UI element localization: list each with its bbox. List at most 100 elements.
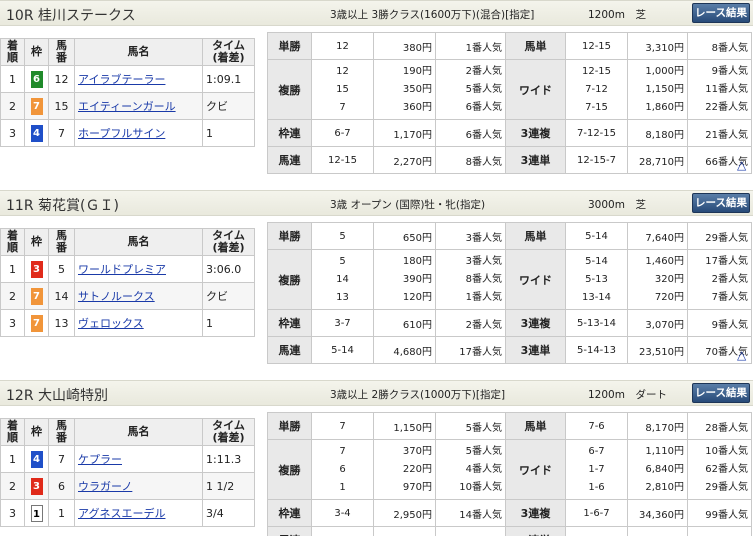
payout-amt: 190,750円: [627, 526, 688, 536]
payout-amt: 2,270円: [373, 146, 436, 174]
back-to-top-icon[interactable]: △: [737, 158, 746, 172]
race-result-button[interactable]: レース結果: [692, 193, 750, 213]
payout-num: 5: [311, 222, 374, 250]
payout-amt: 34,360円: [627, 499, 688, 527]
payout-amt: 380円: [373, 32, 436, 60]
bet-type-sanrenpuku: 3連複: [505, 499, 566, 527]
horse-name-link[interactable]: アグネスエーデル: [78, 507, 165, 520]
gate-badge: 7: [30, 314, 43, 332]
gate-badge: 3: [30, 477, 43, 495]
payout-pop: 9番人気: [687, 309, 752, 337]
finish-position: 1: [0, 445, 25, 473]
horse-name-link[interactable]: ホープフルサイン: [78, 127, 165, 140]
payout-pop: 5番人気 4番人気 10番人気: [435, 439, 506, 500]
bet-type-umatan: 馬単: [505, 412, 566, 440]
payout-row: 複勝 12 15 7 190円 350円 360円 2番人気 5番人気 6番人気 ワイド…: [267, 59, 752, 120]
race-header: 10R 桂川ステークス 3歳以上 3勝クラス(1600万下)(混合)[指定] 120…: [0, 0, 753, 26]
payout-row: 単勝 12 380円 1番人気 馬単 12-15 3,310円 8番人気: [267, 32, 752, 60]
finish-time: 1:09.1: [202, 65, 255, 93]
bet-type-tansho: 単勝: [267, 222, 312, 250]
payout-amt: 3,310円: [627, 32, 688, 60]
horse-name-link[interactable]: ワールドプレミア: [78, 263, 166, 276]
payout-amt: 4,680円: [373, 336, 436, 364]
bet-type-sanrentan: 3連単: [505, 336, 566, 364]
finish-time: 3/4: [202, 499, 255, 527]
race-header: 12R 大山崎特別 3歳以上 2勝クラス(1000万下)[指定] 1200m ダート…: [0, 380, 753, 406]
payout-row: 馬連6-73,090円9番人気3連単7-6-1190,750円527番人気: [267, 526, 752, 536]
bet-type-umaren: 馬連: [267, 146, 312, 174]
bet-type-umaren: 馬連: [267, 336, 312, 364]
race-title: 11R 菊花賞(ＧＩ): [6, 198, 119, 214]
payout-pop: 9番人気: [435, 526, 506, 536]
payout-num: 5-14: [565, 222, 628, 250]
payout-pop: 527番人気: [687, 526, 752, 536]
payout-pop: 21番人気: [687, 119, 752, 147]
payout-num: 5-13-14: [565, 309, 628, 337]
table-header-row: 着 順枠馬 番馬名 タイム (着差): [0, 228, 255, 256]
race-title: 10R 桂川ステークス: [6, 8, 136, 24]
payout-pop: 3番人気 8番人気 1番人気: [435, 249, 506, 310]
gate-badge: 4: [30, 450, 43, 468]
payout-num: 5-14 5-13 13-14: [565, 249, 628, 310]
race-header: 11R 菊花賞(ＧＩ) 3歳 オープン (国際)牡・牝(指定) 3000m 芝 レース…: [0, 190, 753, 216]
payout-amt: 7,640円: [627, 222, 688, 250]
bet-type-tansho: 単勝: [267, 412, 312, 440]
payout-num: 6-7: [311, 119, 374, 147]
header-name: 馬名: [74, 228, 203, 256]
horse-number: 15: [48, 92, 75, 120]
race-conditions: 3歳以上 3勝クラス(1600万下)(混合)[指定]: [330, 9, 535, 21]
race-distance: 1200m ダート: [588, 389, 667, 401]
race-result-button[interactable]: レース結果: [692, 383, 750, 403]
horse-name-link[interactable]: アイラブテーラー: [78, 73, 165, 86]
payout-num: 7-12-15: [565, 119, 628, 147]
back-to-top-icon[interactable]: △: [737, 348, 746, 362]
horse-name-link[interactable]: ケプラー: [78, 453, 122, 466]
header-time: タイム (着差): [202, 228, 255, 256]
table-row: 3 1 1 アグネスエーデル 3/4: [0, 499, 255, 527]
horse-number: 5: [48, 255, 75, 283]
finish-position: 3: [0, 499, 25, 527]
payout-num: 12-15: [565, 32, 628, 60]
payout-num: 7-6-1: [565, 526, 628, 536]
bet-type-wakuren: 枠連: [267, 119, 312, 147]
payout-num: 12-15: [311, 146, 374, 174]
table-row: 1 6 12 アイラブテーラー 1:09.1: [0, 65, 255, 93]
payout-amt: 190円 350円 360円: [373, 59, 436, 120]
finish-position: 2: [0, 92, 25, 120]
horse-name-link[interactable]: エイティーンガール: [78, 100, 176, 113]
finish-order-table: 着 順枠馬 番馬名 タイム (着差) 1 3 5 ワールドプレミア 3:06.0 2 7 14 サト…: [0, 228, 255, 337]
payout-amt: 3,070円: [627, 309, 688, 337]
payout-pop: 6番人気: [435, 119, 506, 147]
payout-table: 単勝 7 1,150円 5番人気 馬単 7-6 8,170円 28番人気 複勝 7 6 1 370円…: [267, 412, 752, 536]
table-row: 2 7 15 エイティーンガール クビ: [0, 92, 255, 120]
payout-amt: 8,180円: [627, 119, 688, 147]
payout-num: 3-7: [311, 309, 374, 337]
horse-name-link[interactable]: ヴェロックス: [78, 317, 144, 330]
header-waku: 枠: [24, 38, 49, 66]
payout-num: 7 6 1: [311, 439, 374, 500]
payout-num: 7: [311, 412, 374, 440]
bet-type-wide: ワイド: [505, 59, 566, 120]
header-order: 着 順: [0, 38, 25, 66]
payout-amt: 23,510円: [627, 336, 688, 364]
horse-name-link[interactable]: ウラガーノ: [78, 480, 132, 493]
race-result-button[interactable]: レース結果: [692, 3, 750, 23]
horse-number: 6: [48, 472, 75, 500]
bet-type-sanrentan: 3連単: [505, 526, 566, 536]
finish-position: 2: [0, 282, 25, 310]
finish-time: 1:11.3: [202, 445, 255, 473]
table-row: 2 7 14 サトノルークス クビ: [0, 282, 255, 310]
horse-name-link[interactable]: サトノルークス: [78, 290, 155, 303]
header-order: 着 順: [0, 228, 25, 256]
payout-row: 馬連 5-14 4,680円 17番人気 3連単 5-14-13 23,510円 70番人気: [267, 336, 752, 364]
payout-pop: 2番人気 5番人気 6番人気: [435, 59, 506, 120]
horse-number: 14: [48, 282, 75, 310]
table-row: 1 4 7 ケプラー 1:11.3: [0, 445, 255, 473]
finish-time: 1: [202, 119, 255, 147]
bet-type-wakuren: 枠連: [267, 499, 312, 527]
payout-pop: 1番人気: [435, 32, 506, 60]
horse-number: 1: [48, 499, 75, 527]
payout-pop: 8番人気: [435, 146, 506, 174]
payout-pop: 2番人気: [435, 309, 506, 337]
bet-type-umaren: 馬連: [267, 526, 312, 536]
